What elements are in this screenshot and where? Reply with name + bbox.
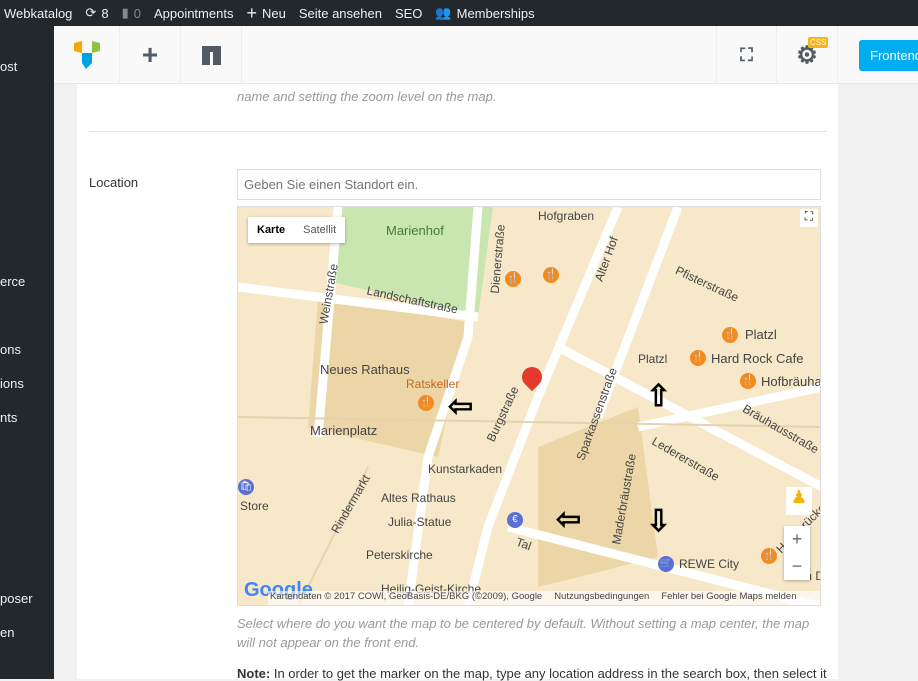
settings-panel: name and setting the zoom level on the m… (77, 84, 838, 681)
seo-link[interactable]: SEO (391, 6, 431, 21)
location-search-input[interactable] (237, 169, 821, 200)
map-label: Marienhof (386, 223, 444, 238)
annotation-arrow-down: ⇩ (646, 505, 672, 538)
sidebar-item-composer[interactable]: poser (0, 591, 44, 606)
shopping-icon: 🛒 (658, 556, 674, 572)
google-map[interactable]: Karte Satellit Hofgraben Marienhof Weins… (237, 206, 821, 606)
map-label: Hofgraben (538, 209, 595, 223)
frontend-button[interactable]: Frontend (859, 40, 918, 71)
report-error-link[interactable]: Fehler bei Google Maps melden (661, 591, 796, 605)
restaurant-icon: 🍴 (690, 350, 706, 366)
admin-sidebar: ost erce ons ions nts poser en (0, 26, 54, 679)
updates-count: 8 (101, 5, 109, 21)
map-attribution: Kartendaten © 2017 COWI, GeoBasis-DE/BKG… (270, 591, 543, 602)
updates-link[interactable]: ⟳ 8 (81, 5, 117, 21)
site-name-link[interactable]: Webkatalog (0, 6, 81, 21)
comments-count: 0 (133, 5, 141, 21)
group-icon: 👥 (435, 5, 452, 20)
restaurant-icon: 🍴 (505, 271, 521, 287)
restaurant-icon: 🍴 (761, 548, 777, 564)
templates-button[interactable] (181, 26, 242, 84)
map-label: Peterskirche (366, 548, 433, 562)
map-label: Kunstarkaden (428, 462, 503, 476)
new-link[interactable]: + Neu (242, 3, 294, 24)
map-zoom-control: + − (784, 526, 810, 580)
divider (89, 131, 827, 132)
map-label: Julia-Statue (388, 515, 452, 529)
builder-toolbar: + ⛶ ⚙ CSS Frontend (54, 26, 918, 84)
map-label: Platzl (745, 327, 777, 342)
fullscreen-button[interactable]: ⛶ (716, 26, 777, 84)
street-view-pegman[interactable]: ♟ (786, 487, 812, 515)
memberships-label: Memberships (456, 5, 535, 21)
restaurant-icon: 🍴 (418, 395, 434, 411)
css-badge: CSS (808, 37, 829, 48)
layout-icon (201, 45, 221, 65)
fullscreen-icon: ⛶ (740, 44, 753, 65)
sidebar-item-1[interactable]: ons (0, 342, 44, 357)
sidebar-item-4[interactable]: en (0, 625, 44, 640)
comment-icon: ▮ (121, 5, 129, 20)
sidebar-item-2[interactable]: ions (0, 376, 44, 391)
new-label: Neu (261, 5, 286, 21)
map-type-control: Karte Satellit (248, 217, 346, 243)
map-tab-karte[interactable]: Karte (248, 217, 294, 243)
map-fullscreen-button[interactable]: ⛶ (800, 209, 818, 227)
map-label: REWE City (679, 557, 739, 571)
map-label: Hard Rock Cafe (711, 351, 804, 366)
builder-logo[interactable] (54, 26, 120, 84)
map-label: Marienplatz (310, 423, 378, 438)
shopping-icon: 🛍 (238, 479, 254, 495)
map-label: Store (240, 499, 269, 513)
sidebar-item-3[interactable]: nts (0, 410, 44, 425)
admin-bar: Webkatalog ⟳ 8 ▮ 0 Appointments + Neu Seite… (0, 0, 918, 26)
refresh-icon: ⟳ (85, 5, 97, 20)
map-label: Platzl (638, 352, 668, 366)
sidebar-item-commerce[interactable]: erce (0, 274, 44, 289)
annotation-arrow-up: ⇧ (646, 380, 672, 413)
zoom-out-button[interactable]: − (784, 553, 810, 580)
appointments-link[interactable]: Appointments (150, 6, 243, 21)
plus-icon: + (246, 2, 257, 23)
logo-icon (73, 41, 100, 69)
location-help-text: Select where do you want the map to be c… (237, 616, 810, 650)
comments-link[interactable]: ▮ 0 (118, 5, 150, 21)
bank-icon: € (507, 512, 523, 528)
zoom-in-button[interactable]: + (784, 526, 810, 553)
map-attribution-bar: Kartendaten © 2017 COWI, GeoBasis-DE/BKG… (268, 591, 820, 605)
restaurant-icon: 🍴 (722, 327, 738, 343)
add-element-button[interactable]: + (120, 26, 181, 84)
view-page-link[interactable]: Seite ansehen (295, 6, 391, 21)
settings-button[interactable]: ⚙ CSS (777, 26, 838, 84)
previous-help-text: name and setting the zoom level on the m… (237, 89, 497, 104)
memberships-link[interactable]: 👥 Memberships (431, 5, 543, 21)
annotation-arrow-left: ⇦ (556, 503, 582, 536)
map-tab-satellit[interactable]: Satellit (294, 217, 345, 243)
map-label: Neues Rathaus (320, 362, 410, 377)
annotation-arrow-left: ⇦ (448, 390, 474, 423)
sidebar-item-post[interactable]: ost (0, 59, 17, 74)
map-label: Ratskeller (406, 377, 460, 391)
location-label: Location (89, 175, 139, 190)
restaurant-icon: 🍴 (543, 267, 559, 283)
map-label: Hofbräuhaus (761, 374, 821, 389)
terms-link[interactable]: Nutzungsbedingungen (554, 591, 649, 605)
map-label: Altes Rathaus (381, 491, 456, 505)
restaurant-icon: 🍴 (740, 373, 756, 389)
